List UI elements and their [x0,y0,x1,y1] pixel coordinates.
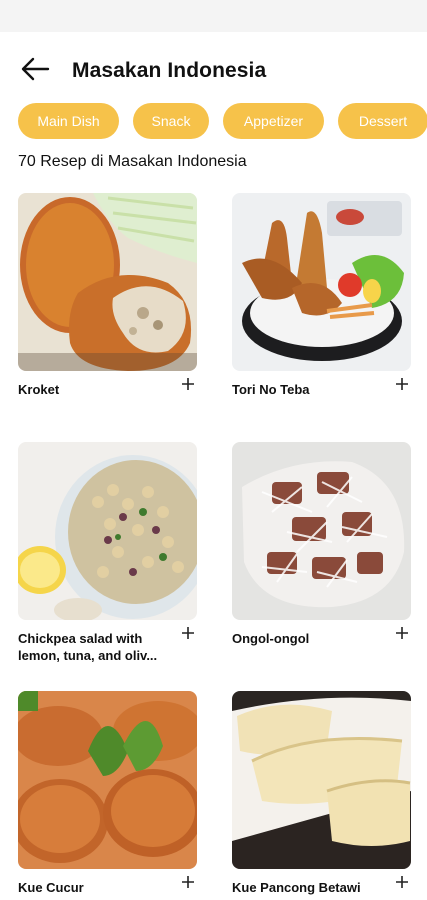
category-chips: Main Dish Snack Appetizer Dessert [18,103,427,139]
plus-icon [396,627,408,639]
recipe-photo[interactable] [232,691,411,869]
kue-cucur-photo [18,691,197,869]
plus-icon [182,876,194,888]
kue-pancong-photo [232,691,411,869]
recipe-name[interactable]: Kroket [18,381,176,398]
ongol-ongol-photo [232,442,411,620]
recipe-count: 70 Resep di Masakan Indonesia [18,153,247,170]
chickpea-salad-photo [18,442,197,620]
recipe-name[interactable]: Kue Pancong Betawi [232,879,390,896]
recipe-name[interactable]: Kue Cucur [18,879,176,896]
recipe-photo[interactable] [232,193,411,371]
chip-dessert[interactable]: Dessert [338,103,427,139]
plus-icon [182,378,194,390]
add-recipe-button[interactable] [394,625,410,641]
kroket-photo [18,193,197,371]
tori-no-teba-photo [232,193,411,371]
recipe-photo[interactable] [18,442,197,620]
add-recipe-button[interactable] [180,625,196,641]
add-recipe-button[interactable] [180,376,196,392]
add-recipe-button[interactable] [394,874,410,890]
chip-appetizer[interactable]: Appetizer [223,103,324,139]
recipe-photo[interactable] [18,193,197,371]
recipe-name[interactable]: Ongol-ongol [232,630,390,647]
recipe-name[interactable]: Tori No Teba [232,381,390,398]
page-title: Masakan Indonesia [72,59,267,82]
plus-icon [396,378,408,390]
recipe-name[interactable]: Chickpea salad with lemon, tuna, and oli… [18,630,176,664]
back-button[interactable] [18,52,54,86]
arrow-left-icon [21,57,50,81]
recipe-photo[interactable] [18,691,197,869]
status-bar [0,0,427,32]
recipe-photo[interactable] [232,442,411,620]
chip-snack[interactable]: Snack [133,103,209,139]
app-header: Masakan Indonesia [0,44,427,96]
plus-icon [182,627,194,639]
plus-icon [396,876,408,888]
add-recipe-button[interactable] [180,874,196,890]
add-recipe-button[interactable] [394,376,410,392]
chip-main-dish[interactable]: Main Dish [18,103,119,139]
